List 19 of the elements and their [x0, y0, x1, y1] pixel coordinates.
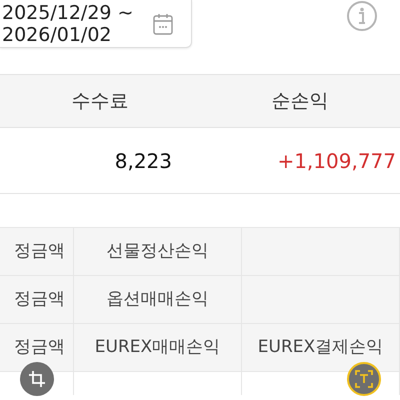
crop-button[interactable]	[20, 362, 54, 396]
table-header-cell-text: 옵션매매손익	[106, 288, 208, 311]
text-scan-button[interactable]	[347, 362, 381, 396]
column-header: 수수료	[0, 74, 200, 128]
table-header-cell-text: 정금액	[14, 336, 65, 359]
table-header-cell-text: 정금액	[14, 240, 65, 263]
table-header-cell-text: 정금액	[14, 288, 65, 311]
table-header-cell-text: 선물정산손익	[106, 240, 208, 263]
table-cell: +1,109,777	[200, 128, 400, 194]
table-cell: 8,223	[0, 128, 200, 194]
calendar-icon[interactable]	[153, 12, 173, 34]
column-header: 순손익	[200, 74, 400, 128]
text-scan-icon	[355, 370, 373, 388]
table-header-cell-text: EUREX매매손익	[94, 336, 220, 359]
date-range-field[interactable]: 2025/12/29 ~ 2026/01/02	[0, 0, 192, 48]
table-header-cell-text: EUREX결제손익	[258, 336, 384, 359]
end-date: 2026/01/02	[2, 24, 113, 46]
crop-icon	[28, 370, 46, 388]
start-date: 2025/12/29 ~	[2, 2, 134, 24]
